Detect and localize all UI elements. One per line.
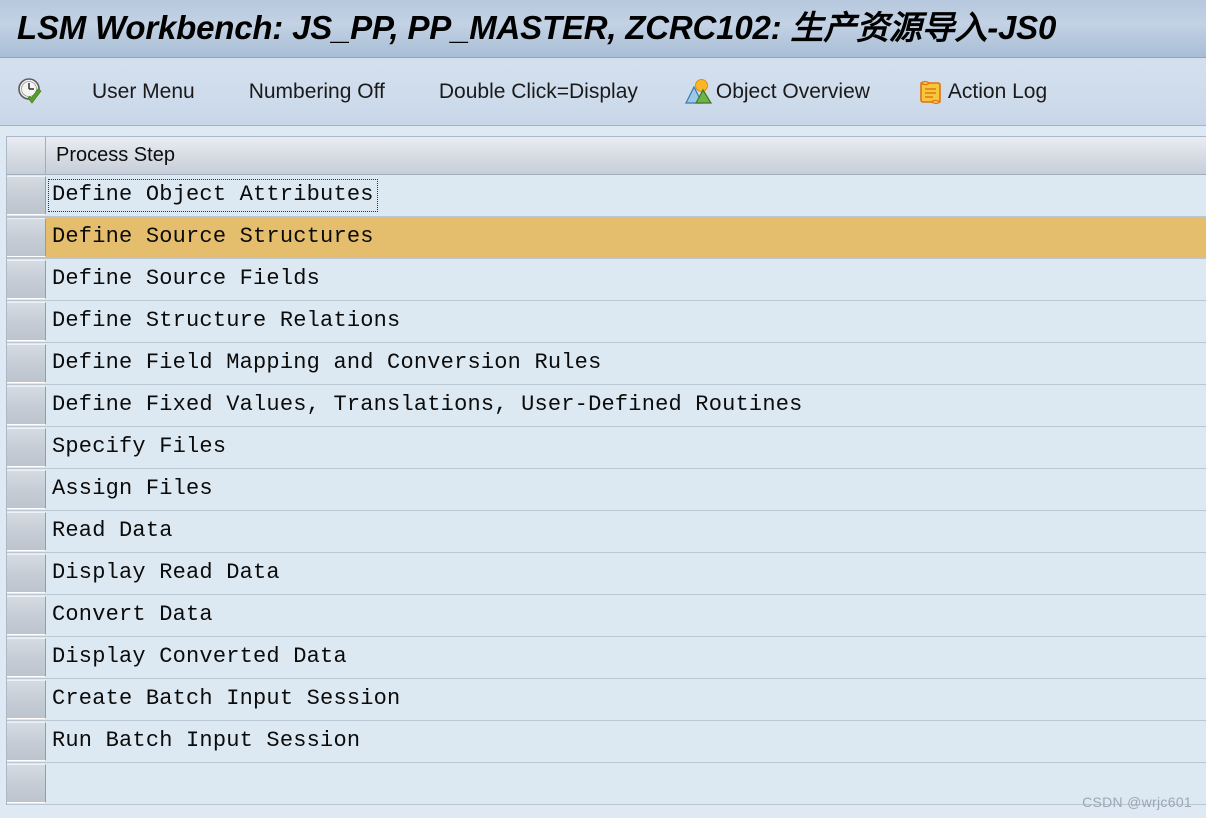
toolbar-button-numbering-off[interactable]: Numbering Off — [235, 69, 399, 115]
row-label: Define Fixed Values, Translations, User-… — [52, 392, 803, 417]
table-row[interactable] — [7, 763, 1206, 805]
row-label: Specify Files — [52, 434, 227, 459]
table-row[interactable]: Specify Files — [7, 427, 1206, 469]
table-row[interactable]: Assign Files — [7, 469, 1206, 511]
row-cell-process-step[interactable]: Define Source Fields — [46, 259, 1206, 300]
row-label: Define Source Fields — [52, 266, 321, 291]
toolbar-button-user-menu[interactable]: User Menu — [78, 69, 209, 115]
row-selector-cell[interactable] — [7, 176, 46, 215]
row-selector-cell[interactable] — [7, 764, 46, 803]
row-cell-process-step[interactable]: Convert Data — [46, 595, 1206, 636]
watermark-text: CSDN @wrjc601 — [1082, 794, 1192, 810]
row-label: Display Read Data — [52, 560, 280, 585]
page-title: LSM Workbench: JS_PP, PP_MASTER, ZCRC102… — [17, 9, 1057, 46]
toolbar-label-user-menu: User Menu — [92, 79, 195, 103]
toolbar-button-double-click-display[interactable]: Double Click=Display — [425, 69, 652, 115]
grid-body: Define Object Attributes Define Source St… — [7, 175, 1206, 805]
table-row[interactable]: Display Converted Data — [7, 637, 1206, 679]
content-panel: Process Step Define Object Attributes Def… — [0, 126, 1206, 818]
grid-header-row: Process Step — [7, 137, 1206, 175]
toolbar-spacer-3 — [399, 91, 425, 92]
table-row[interactable]: Define Source Fields — [7, 259, 1206, 301]
toolbar-label-numbering-off: Numbering Off — [248, 79, 385, 103]
row-cell-process-step[interactable]: Display Read Data — [46, 553, 1206, 594]
scroll-icon — [916, 77, 946, 107]
toolbar-button-object-overview[interactable]: Object Overview — [678, 69, 884, 115]
image-mountains-icon — [684, 77, 714, 107]
row-label: Assign Files — [52, 476, 213, 501]
row-label: Display Converted Data — [52, 644, 347, 669]
column-header-process-step[interactable]: Process Step — [46, 137, 1206, 174]
table-row[interactable]: Define Source Structures — [7, 217, 1206, 259]
row-cell-process-step[interactable]: Define Fixed Values, Translations, User-… — [46, 385, 1206, 426]
row-cell-process-step[interactable]: Run Batch Input Session — [46, 721, 1206, 762]
table-row[interactable]: Define Object Attributes — [7, 175, 1206, 217]
toolbar-label-action-log: Action Log — [947, 79, 1048, 103]
row-selector-cell[interactable] — [7, 428, 46, 467]
row-label: Define Structure Relations — [52, 308, 401, 333]
row-label: Define Field Mapping and Conversion Rule… — [52, 350, 602, 375]
toolbar-button-action-log[interactable]: Action Log — [910, 69, 1061, 115]
row-cell-process-step[interactable]: Create Batch Input Session — [46, 679, 1206, 720]
row-selector-cell[interactable] — [7, 680, 46, 719]
toolbar-label-double-click-display: Double Click=Display — [438, 79, 638, 103]
grid-header-selector-cell — [7, 137, 46, 174]
table-row[interactable]: Define Structure Relations — [7, 301, 1206, 343]
toolbar-spacer-5 — [884, 91, 910, 92]
row-cell-process-step[interactable]: Read Data — [46, 511, 1206, 552]
table-row[interactable]: Define Field Mapping and Conversion Rule… — [7, 343, 1206, 385]
row-selector-cell[interactable] — [7, 344, 46, 383]
toolbar-status-indicator[interactable] — [10, 69, 52, 115]
process-step-grid: Process Step Define Object Attributes Def… — [6, 136, 1206, 805]
row-cell-process-step[interactable]: Define Field Mapping and Conversion Rule… — [46, 343, 1206, 384]
clock-check-icon — [16, 77, 46, 107]
row-selector-cell[interactable] — [7, 302, 46, 341]
row-cell-process-step[interactable]: Define Structure Relations — [46, 301, 1206, 342]
row-selector-cell[interactable] — [7, 596, 46, 635]
row-cell-process-step[interactable] — [46, 763, 1206, 804]
row-selector-cell[interactable] — [7, 260, 46, 299]
table-row[interactable]: Define Fixed Values, Translations, User-… — [7, 385, 1206, 427]
table-row[interactable]: Read Data — [7, 511, 1206, 553]
row-cell-process-step[interactable]: Define Source Structures — [46, 217, 1206, 258]
row-cell-process-step[interactable]: Assign Files — [46, 469, 1206, 510]
row-label: Define Object Attributes — [48, 179, 378, 212]
toolbar-spacer-4 — [652, 91, 678, 92]
application-toolbar: User Menu Numbering Off Double Click=Dis… — [0, 58, 1206, 126]
row-cell-process-step[interactable]: Display Converted Data — [46, 637, 1206, 678]
row-selector-cell[interactable] — [7, 554, 46, 593]
row-label: Read Data — [52, 518, 173, 543]
row-label: Define Source Structures — [52, 224, 374, 249]
table-row[interactable]: Convert Data — [7, 595, 1206, 637]
table-row[interactable]: Display Read Data — [7, 553, 1206, 595]
table-row[interactable]: Create Batch Input Session — [7, 679, 1206, 721]
row-selector-cell[interactable] — [7, 638, 46, 677]
window-title-bar: LSM Workbench: JS_PP, PP_MASTER, ZCRC102… — [0, 0, 1206, 58]
row-selector-cell[interactable] — [7, 386, 46, 425]
toolbar-spacer-1 — [52, 91, 78, 92]
row-cell-process-step[interactable]: Define Object Attributes — [46, 175, 1206, 216]
toolbar-label-object-overview: Object Overview — [715, 79, 870, 103]
row-selector-cell[interactable] — [7, 512, 46, 551]
row-label: Run Batch Input Session — [52, 728, 361, 753]
row-selector-cell[interactable] — [7, 470, 46, 509]
row-selector-cell[interactable] — [7, 722, 46, 761]
toolbar-spacer-2 — [209, 91, 235, 92]
row-label: Create Batch Input Session — [52, 686, 401, 711]
table-row[interactable]: Run Batch Input Session — [7, 721, 1206, 763]
row-cell-process-step[interactable]: Specify Files — [46, 427, 1206, 468]
row-selector-cell[interactable] — [7, 218, 46, 257]
row-label: Convert Data — [52, 602, 213, 627]
